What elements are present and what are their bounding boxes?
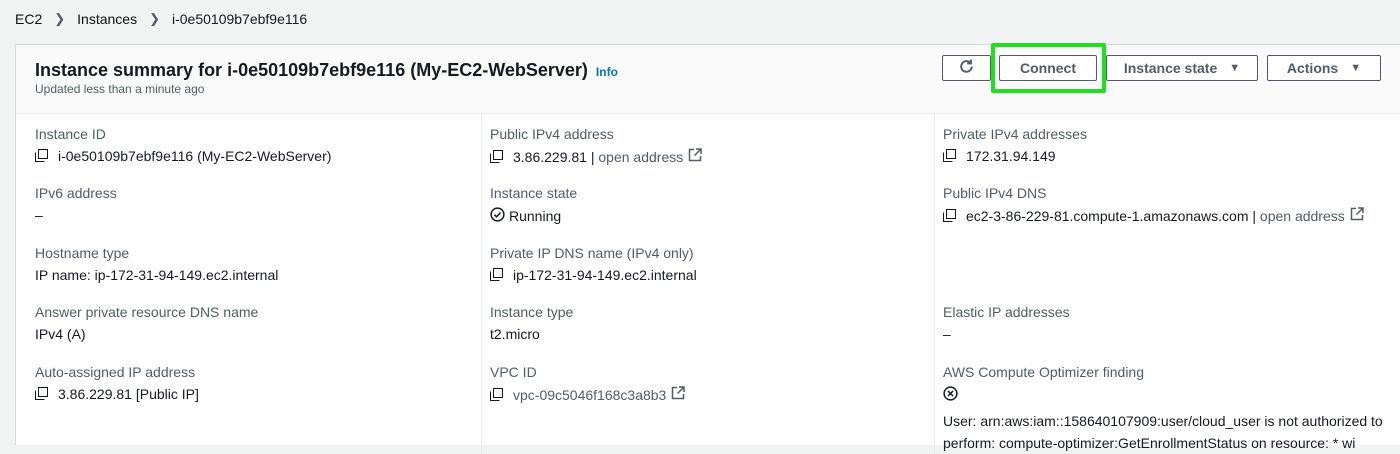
public-dns-field: Public IPv4 DNS ec2-3-86-229-81.compute-…: [943, 185, 1364, 224]
copy-icon[interactable]: [35, 149, 49, 163]
copy-icon[interactable]: [35, 387, 49, 401]
elastic-ip-field: Elastic IP addresses –: [943, 304, 1070, 342]
instance-state-value: Running: [509, 208, 562, 224]
copy-icon[interactable]: [490, 387, 504, 402]
instance-state-dropdown[interactable]: Instance state ▼: [1106, 55, 1258, 81]
ipv6-field: IPv6 address –: [35, 185, 117, 223]
vpc-id-field: VPC ID vpc-09c5046f168c3a8b3: [490, 364, 686, 403]
actions-label: Actions: [1286, 60, 1339, 76]
vpc-id-link[interactable]: vpc-09c5046f168c3a8b3: [513, 387, 666, 403]
check-circle-icon: [490, 207, 505, 225]
optimizer-field: AWS Compute Optimizer finding User: arn:…: [943, 364, 1399, 454]
instance-summary-panel: Instance summary for i-0e50109b7ebf9e116…: [15, 43, 1400, 454]
refresh-icon: [958, 58, 975, 78]
x-circle-icon: [943, 386, 1399, 406]
auto-ip-field: Auto-assigned IP address 3.86.229.81 [Pu…: [35, 364, 199, 402]
caret-down-icon: ▼: [1229, 62, 1241, 74]
answer-dns-field: Answer private resource DNS name IPv4 (A…: [35, 304, 258, 342]
answer-dns-value: IPv4 (A): [35, 326, 86, 342]
private-ipv4-label: Private IPv4 addresses: [943, 126, 1087, 142]
external-link-icon[interactable]: [688, 148, 702, 165]
open-address-link[interactable]: open address: [1260, 208, 1345, 224]
private-dns-field: Private IP DNS name (IPv4 only) ip-172-3…: [490, 245, 697, 283]
instance-id-field: Instance ID i-0e50109b7ebf9e116 (My-EC2-…: [35, 126, 331, 164]
instance-state-field: Instance state Running: [490, 185, 577, 225]
public-dns-label: Public IPv4 DNS: [943, 185, 1047, 201]
optimizer-label: AWS Compute Optimizer finding: [943, 364, 1144, 380]
copy-icon[interactable]: [490, 268, 504, 282]
elastic-ip-value: –: [943, 326, 951, 342]
instance-type-field: Instance type t2.micro: [490, 304, 573, 342]
auto-ip-value: 3.86.229.81 [Public IP]: [58, 386, 199, 402]
chevron-right-icon: ❯: [149, 11, 160, 26]
private-ipv4-value: 172.31.94.149: [966, 148, 1056, 164]
caret-down-icon: ▼: [1350, 62, 1362, 74]
instance-state-field-label: Instance state: [490, 185, 578, 201]
info-link[interactable]: Info: [596, 65, 618, 79]
separator: |: [1248, 207, 1260, 224]
answer-dns-label: Answer private resource DNS name: [35, 304, 259, 320]
instance-state-label: Instance state: [1123, 60, 1218, 76]
private-ipv4-field: Private IPv4 addresses 172.31.94.149: [943, 126, 1087, 164]
refresh-button[interactable]: [942, 55, 991, 81]
connect-button[interactable]: Connect: [999, 55, 1097, 81]
page-title: Instance summary for i-0e50109b7ebf9e116…: [35, 60, 618, 81]
copy-icon[interactable]: [490, 149, 504, 164]
details-column-2: Public IPv4 address 3.86.229.81 | open a…: [481, 114, 935, 454]
breadcrumb: EC2 ❯ Instances ❯ i-0e50109b7ebf9e116: [15, 11, 307, 27]
external-link-icon[interactable]: [671, 386, 686, 403]
title-text: Instance summary for i-0e50109b7ebf9e116…: [35, 60, 588, 80]
private-dns-label: Private IP DNS name (IPv4 only): [490, 245, 694, 261]
breadcrumb-instances[interactable]: Instances: [77, 11, 137, 27]
optimizer-error-text: User: arn:aws:iam::158640107909:user/clo…: [943, 413, 1383, 451]
chevron-right-icon: ❯: [54, 11, 66, 26]
breadcrumb-ec2[interactable]: EC2: [15, 11, 42, 27]
external-link-icon[interactable]: [1350, 207, 1364, 224]
breadcrumb-current: i-0e50109b7ebf9e116: [171, 11, 308, 27]
private-dns-value: ip-172-31-94-149.ec2.internal: [513, 267, 697, 283]
ipv6-label: IPv6 address: [35, 185, 117, 201]
instance-type-label: Instance type: [490, 304, 574, 320]
instance-type-value: t2.micro: [490, 326, 540, 342]
public-ipv4-label: Public IPv4 address: [490, 126, 614, 142]
copy-icon[interactable]: [943, 149, 957, 163]
ipv6-value: –: [35, 207, 43, 223]
separator: |: [586, 148, 599, 165]
vpc-id-label: VPC ID: [490, 364, 537, 380]
details-column-1: Instance ID i-0e50109b7ebf9e116 (My-EC2-…: [16, 114, 481, 454]
hostname-type-label: Hostname type: [35, 245, 130, 261]
instance-id-label: Instance ID: [35, 126, 106, 142]
hostname-type-field: Hostname type IP name: ip-172-31-94-149.…: [35, 245, 278, 283]
hostname-type-value: IP name: ip-172-31-94-149.ec2.internal: [35, 267, 279, 283]
public-ipv4-value: 3.86.229.81: [513, 148, 587, 165]
public-dns-value: ec2-3-86-229-81.compute-1.amazonaws.com: [966, 207, 1249, 224]
open-address-link[interactable]: open address: [598, 149, 683, 165]
panel-header: Instance summary for i-0e50109b7ebf9e116…: [16, 43, 1400, 114]
elastic-ip-label: Elastic IP addresses: [943, 304, 1070, 320]
instance-id-value: i-0e50109b7ebf9e116 (My-EC2-WebServer): [58, 148, 332, 164]
copy-icon[interactable]: [943, 208, 957, 223]
public-ipv4-field: Public IPv4 address 3.86.229.81 | open a…: [490, 126, 702, 165]
updated-status: Updated less than a minute ago: [35, 82, 205, 96]
details-column-3: Private IPv4 addresses 172.31.94.149 Pub…: [934, 114, 1400, 454]
actions-dropdown[interactable]: Actions ▼: [1267, 55, 1381, 81]
auto-ip-label: Auto-assigned IP address: [35, 364, 196, 380]
